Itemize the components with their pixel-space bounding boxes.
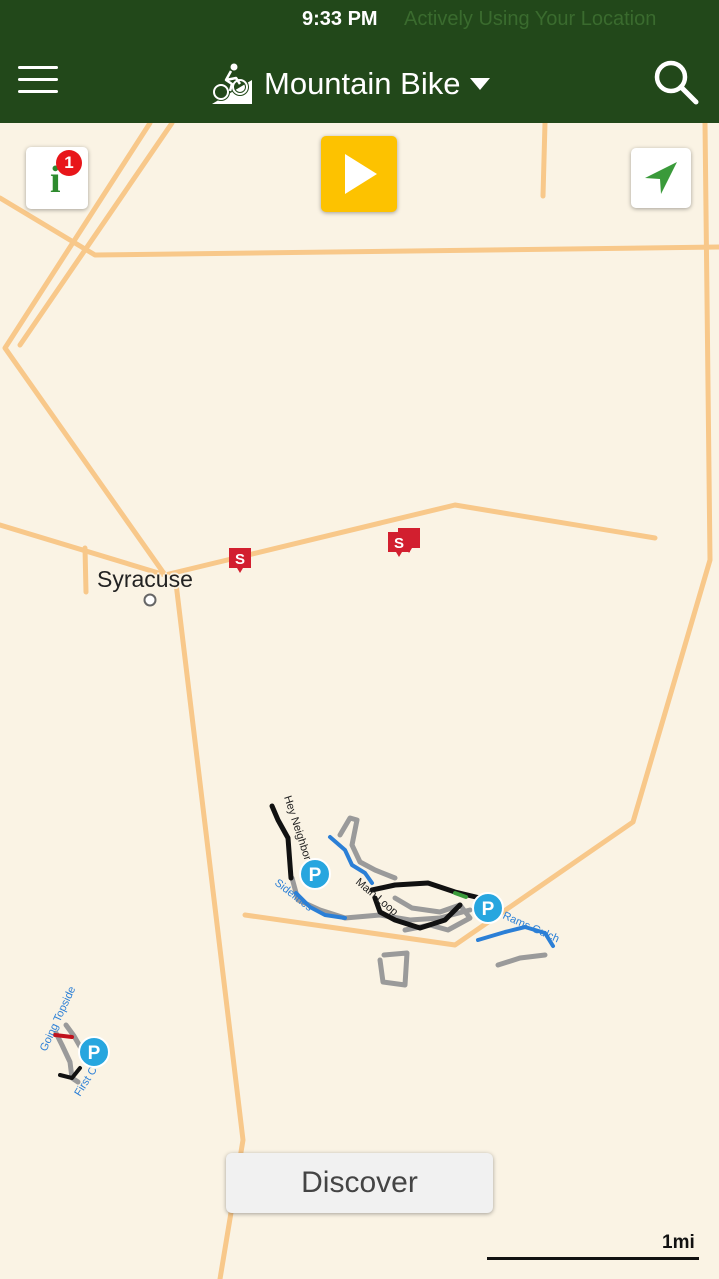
mountain-bike-icon	[212, 63, 252, 104]
status-time: 9:33 PM	[302, 8, 378, 30]
play-icon	[345, 154, 377, 194]
hamburger-menu-icon[interactable]	[18, 66, 58, 96]
city-label-syracuse: Syracuse	[97, 566, 193, 592]
road	[82, 545, 89, 595]
store-glyph: S	[394, 535, 404, 552]
activity-title: Mountain Bike	[264, 66, 461, 101]
parking-glyph: P	[482, 899, 495, 920]
search-icon[interactable]	[652, 58, 700, 106]
chevron-down-icon	[470, 78, 491, 90]
parking-marker[interactable]: P	[472, 892, 504, 924]
activity-selector[interactable]: Mountain Bike	[210, 60, 491, 108]
parking-marker[interactable]: P	[78, 1036, 110, 1068]
road	[540, 120, 548, 199]
start-recording-button[interactable]	[321, 136, 397, 212]
parking-glyph: P	[88, 1043, 101, 1064]
app-header: 9:33 PM Actively Using Your Location Mou…	[0, 0, 719, 123]
navigation-arrow-icon	[645, 162, 677, 194]
discover-button[interactable]: Discover	[226, 1153, 493, 1213]
scale-bar	[487, 1257, 699, 1260]
parking-glyph: P	[309, 865, 322, 886]
parking-marker[interactable]: P	[299, 858, 331, 890]
city-marker-icon	[143, 593, 157, 607]
locate-me-button[interactable]	[631, 148, 691, 208]
store-glyph: S	[235, 551, 245, 568]
trail-red	[53, 1033, 74, 1039]
info-button[interactable]: i 1	[26, 147, 88, 209]
scale-label: 1mi	[662, 1232, 695, 1253]
location-status: Actively Using Your Location	[404, 8, 657, 30]
notification-badge: 1	[56, 150, 82, 176]
